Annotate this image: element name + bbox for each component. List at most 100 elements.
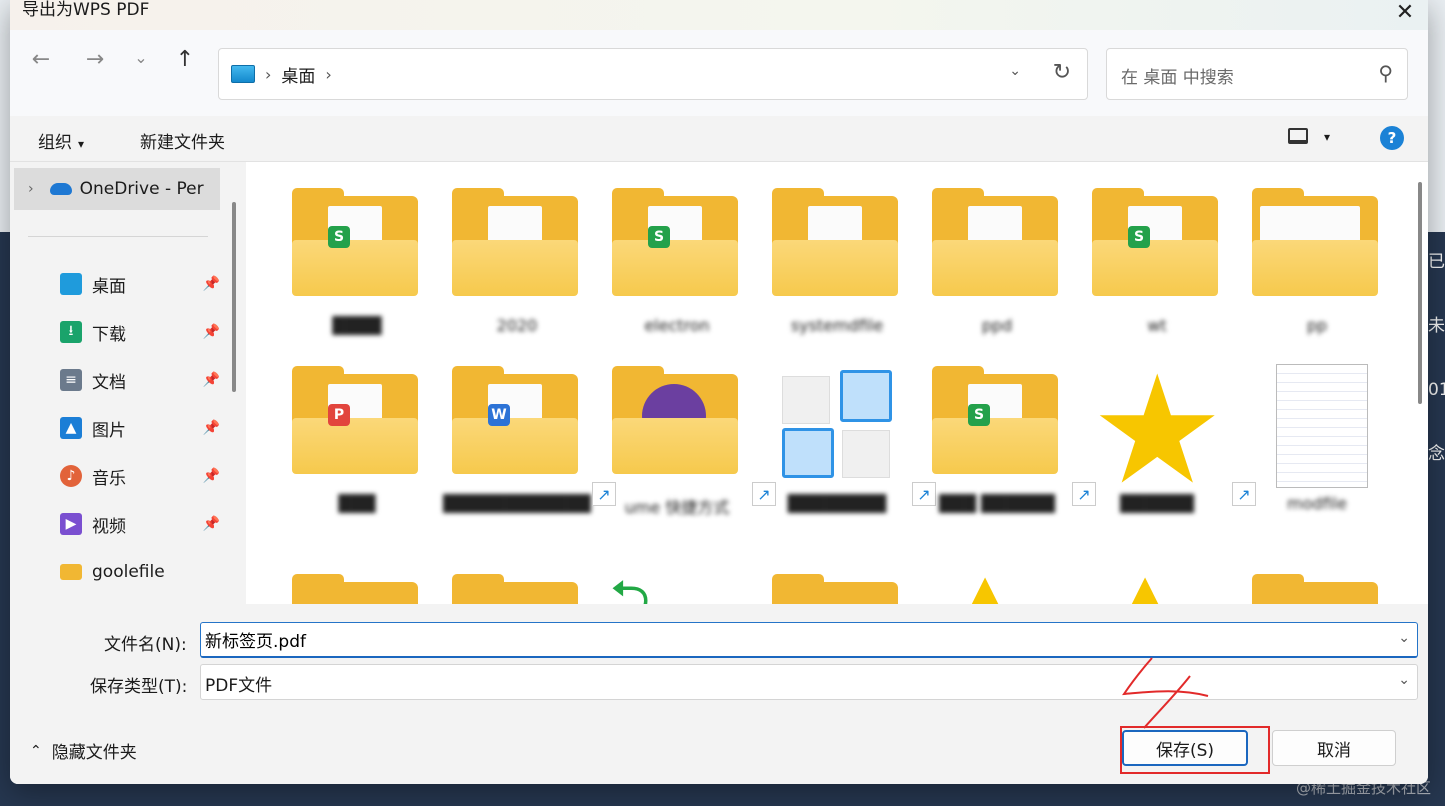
file-name: pp — [1306, 316, 1328, 335]
file-name: ███ ██████ — [939, 494, 1055, 513]
caret-down-icon: ▾ — [78, 137, 85, 151]
search-icon[interactable]: ⚲ — [1378, 61, 1393, 85]
breadcrumb-desktop[interactable]: 桌面 — [281, 62, 315, 87]
desktop-icon — [60, 273, 82, 295]
filename-label: 文件名(N): — [104, 635, 187, 655]
hide-folders-label: 隐藏文件夹 — [51, 743, 137, 763]
file-name: systemdfile — [790, 316, 884, 335]
filename-dropdown-icon[interactable]: ⌄ — [1398, 630, 1410, 646]
view-mode-icon[interactable] — [1288, 128, 1308, 144]
sidebar-item-label: 桌面 — [92, 276, 126, 297]
sidebar-scrollbar[interactable] — [232, 202, 236, 392]
star-icon: ▲ — [962, 561, 1009, 604]
view-options-caret-icon[interactable]: ▾ — [1324, 130, 1330, 144]
sidebar-divider — [28, 236, 208, 237]
file-list: S ████ 2020 S electron systemdfile ppd S… — [246, 162, 1428, 604]
sidebar-item-label: goolefile — [92, 562, 165, 582]
back-button[interactable]: ← — [26, 44, 56, 74]
sidebar-item-goolefile[interactable]: goolefile — [60, 552, 220, 592]
sidebar-item-documents[interactable]: ≡ 文档 📌 — [60, 360, 220, 400]
hide-folders-toggle[interactable]: ⌃ 隐藏文件夹 — [30, 738, 137, 764]
up-button[interactable]: ↑ — [170, 44, 200, 74]
search-input[interactable]: 在 桌面 中搜索 ⚲ — [1106, 48, 1408, 100]
onedrive-cloud-icon — [49, 183, 72, 195]
new-folder-button[interactable]: 新建文件夹 — [140, 128, 225, 153]
file-name: modfile — [1287, 494, 1347, 513]
file-name: ████████████ — [443, 494, 591, 513]
video-icon: ▶ — [60, 513, 82, 535]
breadcrumb-separator[interactable]: › — [325, 65, 331, 84]
sidebar-item-downloads[interactable]: ⭳ 下载 📌 — [60, 312, 220, 352]
folder-icon — [292, 574, 418, 604]
cancel-button[interactable]: 取消 — [1272, 730, 1396, 766]
desktop-icon — [231, 65, 255, 83]
pin-icon: 📌 — [202, 420, 220, 436]
address-bar[interactable]: › 桌面 › ⌄ ↻ — [218, 48, 1088, 100]
folder-icon — [612, 366, 738, 474]
folder-icon — [452, 574, 578, 604]
sidebar-item-label: OneDrive - Per — [79, 179, 204, 199]
file-name: 2020 — [496, 316, 538, 335]
annotation-scribble — [1122, 657, 1209, 729]
refresh-icon[interactable]: ↻ — [1053, 60, 1071, 85]
app-tiles-icon — [782, 370, 894, 482]
file-name: wt — [1147, 316, 1167, 335]
folder-icon — [1252, 188, 1378, 296]
download-icon: ⭳ — [60, 321, 82, 343]
sidebar-item-pictures[interactable]: ▲ 图片 📌 — [60, 408, 220, 448]
green-arrow-icon: ⮌ — [610, 569, 651, 604]
pin-icon: 📌 — [202, 324, 220, 340]
document-icon: ≡ — [60, 369, 82, 391]
sidebar-item-onedrive[interactable]: › OneDrive - Per — [14, 168, 220, 210]
navigation-pane: › OneDrive - Per 桌面 📌 ⭳ 下载 📌 ≡ 文档 📌 ▲ 图片… — [10, 162, 240, 604]
folder-icon: S — [1092, 188, 1218, 296]
folder-icon: S — [292, 188, 418, 296]
sidebar-item-videos[interactable]: ▶ 视频 📌 — [60, 504, 220, 544]
file-name: ppd — [981, 316, 1013, 335]
close-button[interactable]: ✕ — [1382, 0, 1428, 25]
forward-button[interactable]: → — [80, 44, 110, 74]
file-name: ████ — [332, 316, 382, 335]
breadcrumb-separator: › — [265, 64, 272, 84]
folder-icon — [452, 188, 578, 296]
folder-icon: P — [292, 366, 418, 474]
folder-icon — [772, 188, 898, 296]
organize-button[interactable]: 组织 ▾ — [38, 128, 84, 153]
pin-icon: 📌 — [202, 276, 220, 292]
sidebar-item-music[interactable]: ♪ 音乐 📌 — [60, 456, 220, 496]
filetype-select[interactable]: PDF文件 — [200, 664, 1418, 700]
organize-label: 组织 — [38, 133, 72, 153]
file-name: ██████ — [1120, 494, 1194, 513]
recent-locations-button[interactable]: ⌄ — [126, 42, 156, 72]
dialog-title: 导出为WPS PDF — [22, 0, 150, 20]
folder-icon — [772, 574, 898, 604]
command-bar: 组织 ▾ 新建文件夹 ▾ ? — [10, 116, 1428, 162]
title-bar: 导出为WPS PDF ✕ — [10, 0, 1428, 30]
sidebar-item-label: 图片 — [92, 420, 126, 441]
music-icon: ♪ — [60, 465, 82, 487]
filetype-label: 保存类型(T): — [90, 677, 188, 697]
star-icon: ★ — [1090, 344, 1225, 518]
folder-icon — [60, 564, 82, 580]
folder-icon: S — [932, 366, 1058, 474]
content-scrollbar[interactable] — [1418, 182, 1422, 404]
sidebar-item-label: 文档 — [92, 372, 126, 393]
chevron-up-icon: ⌃ — [30, 742, 42, 759]
folder-icon — [1252, 574, 1378, 604]
sidebar-item-label: 下载 — [92, 324, 126, 345]
sidebar-item-label: 音乐 — [92, 468, 126, 489]
pin-icon: 📌 — [202, 468, 220, 484]
sidebar-item-label: 视频 — [92, 516, 126, 537]
picture-icon: ▲ — [60, 417, 82, 439]
pin-icon: 📌 — [202, 516, 220, 532]
expand-chevron-icon[interactable]: › — [28, 181, 34, 197]
filename-input[interactable] — [200, 622, 1418, 658]
help-icon[interactable]: ? — [1380, 126, 1404, 150]
sidebar-item-desktop[interactable]: 桌面 📌 — [60, 264, 220, 304]
pin-icon: 📌 — [202, 372, 220, 388]
file-name: electron — [644, 316, 710, 335]
file-name: ████████ — [787, 494, 887, 513]
address-dropdown-icon[interactable]: ⌄ — [1009, 63, 1021, 79]
filetype-dropdown-icon[interactable]: ⌄ — [1398, 672, 1410, 688]
folder-icon: S — [612, 188, 738, 296]
